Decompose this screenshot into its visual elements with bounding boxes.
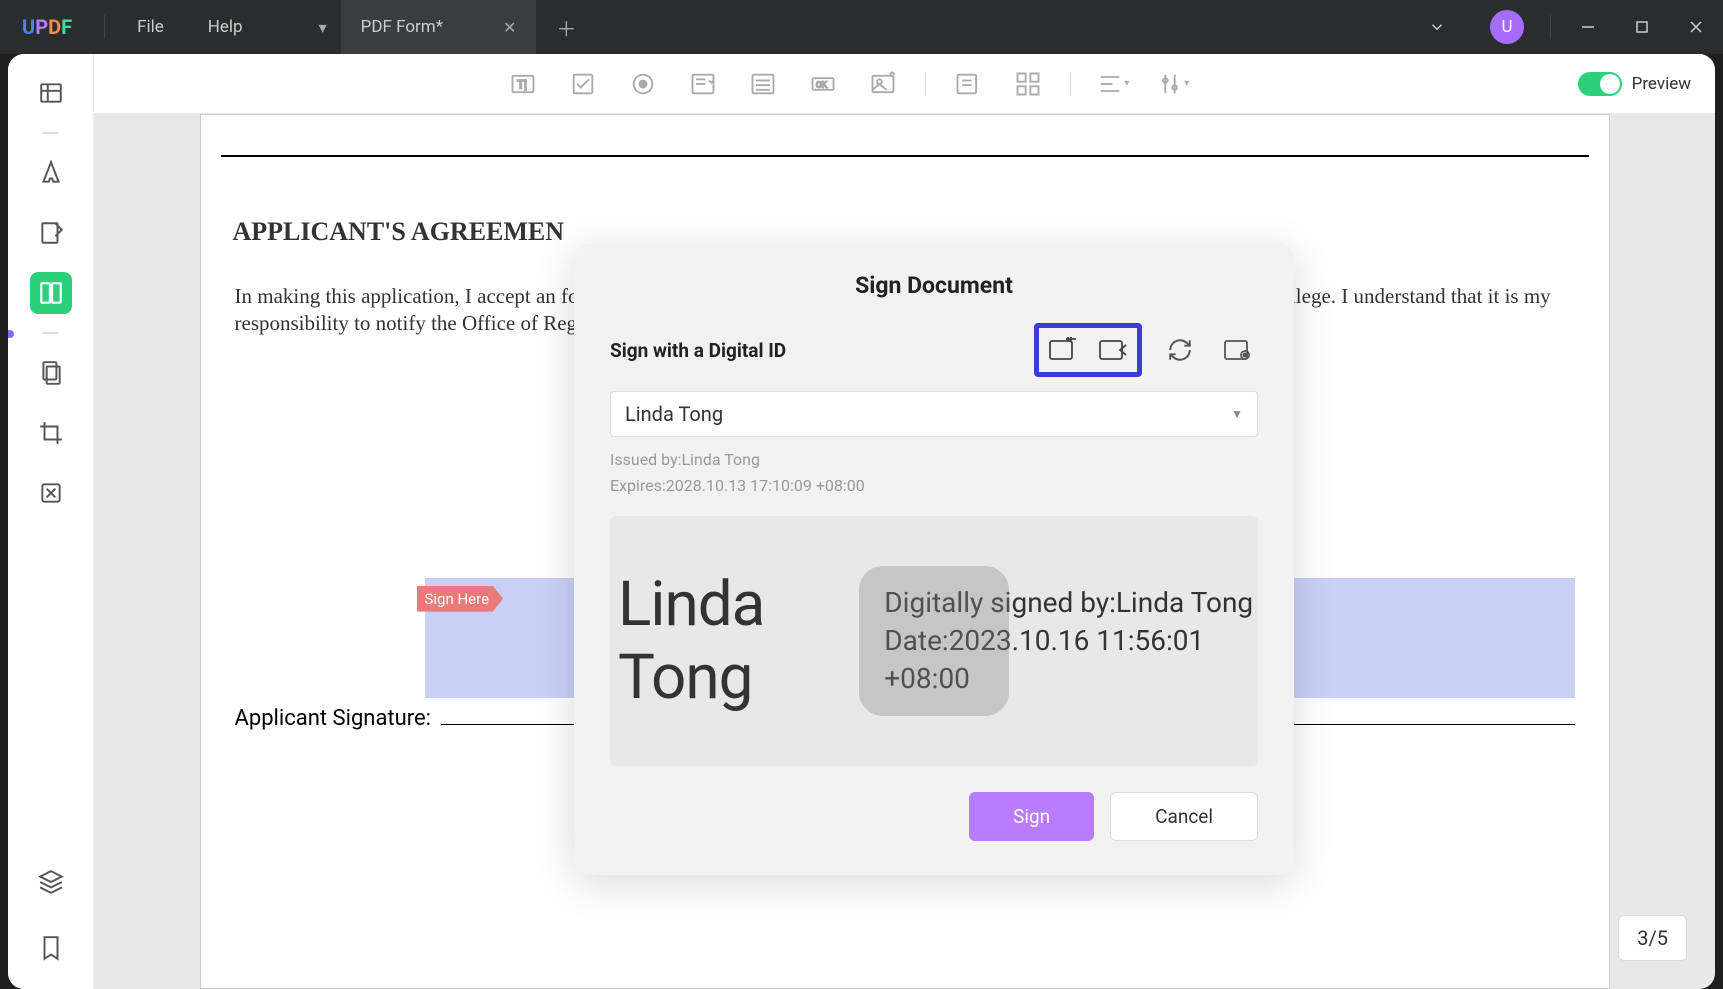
sign-button[interactable]: Sign — [969, 792, 1094, 841]
agreement-heading: APPLICANT'S AGREEMEN — [233, 217, 1589, 247]
menu-help[interactable]: Help — [186, 17, 265, 37]
separator — [43, 132, 59, 134]
radio-icon[interactable] — [625, 66, 661, 102]
checkbox-icon[interactable] — [565, 66, 601, 102]
sidebar-indicator — [8, 330, 14, 338]
sidebar-edit-icon[interactable] — [30, 212, 72, 254]
close-tab-icon[interactable]: ✕ — [503, 18, 516, 37]
import-id-icon[interactable] — [1093, 332, 1133, 368]
maximize-button[interactable] — [1615, 0, 1669, 54]
preview-toggle[interactable] — [1578, 72, 1622, 96]
sidebar-thumbnails-icon[interactable] — [30, 72, 72, 114]
document-viewport[interactable]: APPLICANT'S AGREEMEN In making this appl… — [94, 114, 1715, 989]
issued-by: Issued by:Linda Tong — [610, 447, 1258, 473]
sidebar-tools-icon[interactable] — [30, 472, 72, 514]
signature-preview: Linda Tong Digitally signed by:Linda Ton… — [610, 516, 1258, 766]
dialog-title: Sign Document — [610, 272, 1258, 299]
view-id-icon[interactable] — [1218, 332, 1258, 368]
selected-id-name: Linda Tong — [625, 402, 723, 426]
refresh-icon[interactable] — [1160, 332, 1200, 368]
separator — [104, 15, 105, 39]
form-toolbar: T| OK ▾ ▾ Preview — [94, 54, 1715, 114]
sidebar — [8, 54, 94, 989]
preview-watermark-icon — [859, 566, 1009, 716]
user-avatar[interactable]: U — [1490, 10, 1524, 44]
main-area: T| OK ▾ ▾ Preview — [94, 54, 1715, 989]
new-id-icon[interactable] — [1043, 332, 1083, 368]
minimize-button[interactable] — [1561, 0, 1615, 54]
sidebar-comment-icon[interactable] — [30, 152, 72, 194]
separator — [1070, 72, 1071, 96]
add-tab-icon[interactable]: ＋ — [536, 13, 596, 42]
signature-field-icon[interactable] — [950, 66, 986, 102]
tab-dropdown-icon[interactable]: ▾ — [305, 18, 341, 37]
dialog-subtitle: Sign with a Digital ID — [610, 339, 786, 362]
signature-label-1: Applicant Signature: — [235, 706, 432, 731]
button-field-icon[interactable]: OK — [805, 66, 841, 102]
align-icon[interactable]: ▾ — [1095, 66, 1131, 102]
titlebar: UPDF File Help ▾ PDF Form* ✕ ＋ U — [0, 0, 1723, 54]
close-button[interactable] — [1669, 0, 1723, 54]
document-tab[interactable]: PDF Form* ✕ — [341, 0, 537, 54]
svg-text:T|: T| — [517, 77, 527, 91]
expires: Expires:2028.10.13 17:10:09 +08:00 — [610, 473, 1258, 499]
sidebar-crop-icon[interactable] — [30, 412, 72, 454]
sidebar-bookmark-icon[interactable] — [30, 927, 72, 969]
listbox-icon[interactable] — [745, 66, 781, 102]
image-field-icon[interactable] — [865, 66, 901, 102]
menu-file[interactable]: File — [115, 17, 186, 37]
sidebar-form-icon[interactable] — [30, 272, 72, 314]
sidebar-pages-icon[interactable] — [30, 352, 72, 394]
id-action-highlight — [1034, 323, 1142, 377]
sign-document-dialog: Sign Document Sign with a Digital ID — [574, 244, 1294, 875]
signature-field-2[interactable] — [1255, 578, 1575, 698]
separator — [925, 72, 926, 96]
page-counter[interactable]: 3/5 — [1618, 915, 1687, 961]
sign-here-tag: Sign Here — [417, 586, 504, 612]
svg-text:OK: OK — [816, 79, 828, 89]
form-tools-icon[interactable]: ▾ — [1155, 66, 1191, 102]
barcode-icon[interactable] — [1010, 66, 1046, 102]
tab-title: PDF Form* — [361, 17, 443, 37]
id-metadata: Issued by:Linda Tong Expires:2028.10.13 … — [610, 447, 1258, 498]
digital-id-select[interactable]: Linda Tong ▼ — [610, 391, 1258, 437]
chevron-down-icon[interactable] — [1410, 0, 1464, 54]
app-logo: UPDF — [22, 15, 72, 39]
sidebar-layers-icon[interactable] — [30, 861, 72, 903]
preview-name: Linda Tong — [618, 568, 884, 714]
cancel-button[interactable]: Cancel — [1110, 792, 1258, 841]
separator — [1550, 15, 1551, 39]
dropdown-icon[interactable] — [685, 66, 721, 102]
preview-label: Preview — [1632, 74, 1691, 94]
chevron-down-icon: ▼ — [1231, 407, 1243, 421]
separator — [43, 332, 59, 334]
text-field-icon[interactable]: T| — [505, 66, 541, 102]
